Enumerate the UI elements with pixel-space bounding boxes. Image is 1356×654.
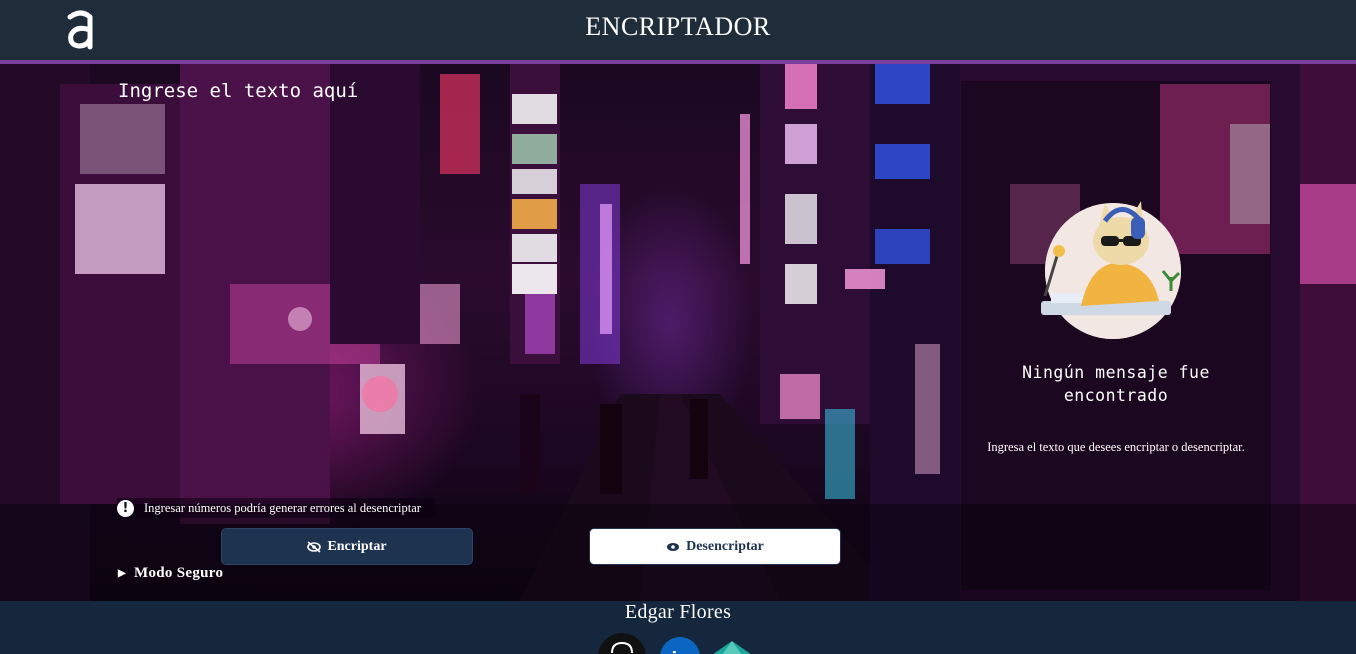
message-input[interactable] bbox=[110, 74, 890, 474]
decrypt-label: Desencriptar bbox=[686, 538, 764, 554]
output-panel: Ningún mensaje fue encontrado Ingresa el… bbox=[961, 81, 1271, 590]
cat-with-headphones-illustration bbox=[1041, 201, 1181, 339]
caret-right-icon: ▶ bbox=[118, 568, 126, 579]
app-header: ENCRIPTADOR bbox=[0, 0, 1356, 64]
linkedin-icon[interactable]: in bbox=[656, 631, 704, 654]
footer: Edgar Flores in bbox=[0, 601, 1356, 654]
exclamation-circle-icon: ! bbox=[117, 499, 134, 517]
decrypt-button[interactable]: Desencriptar bbox=[589, 528, 841, 565]
safe-mode-toggle[interactable]: ▶ Modo Seguro bbox=[118, 565, 223, 582]
encrypt-button[interactable]: Encriptar bbox=[221, 528, 473, 565]
encrypt-label: Encriptar bbox=[327, 538, 387, 554]
numbers-warning: ! Ingresar números podría generar errore… bbox=[117, 498, 435, 518]
app-title: ENCRIPTADOR bbox=[585, 12, 771, 41]
no-message-title: Ningún mensaje fue encontrado bbox=[1022, 363, 1210, 405]
eye-slash-icon bbox=[307, 540, 322, 553]
safe-mode-label: Modo Seguro bbox=[134, 565, 224, 581]
svg-text:in: in bbox=[672, 648, 689, 654]
eye-icon bbox=[667, 542, 680, 551]
no-message-description: Ingresa el texto que desees encriptar o … bbox=[987, 440, 1245, 454]
warning-text: Ingresar números podría generar errores … bbox=[144, 500, 421, 515]
author-name: Edgar Flores bbox=[624, 601, 732, 623]
portfolio-icon[interactable] bbox=[708, 631, 756, 654]
github-icon[interactable] bbox=[598, 631, 646, 654]
